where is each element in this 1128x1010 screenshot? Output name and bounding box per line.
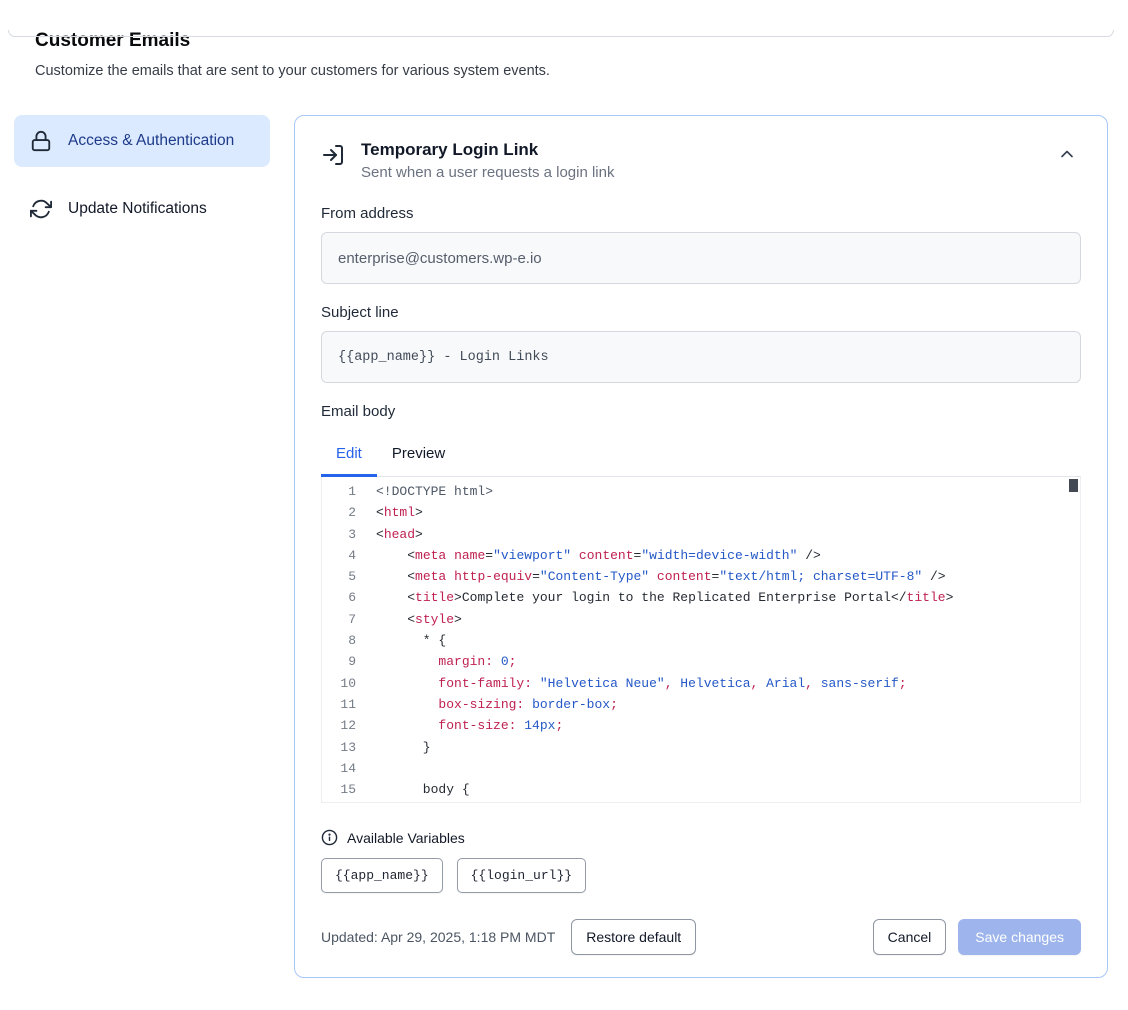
sidebar-item-access-authentication[interactable]: Access & Authentication bbox=[14, 115, 270, 167]
collapse-button[interactable] bbox=[1053, 140, 1081, 171]
editor-gutter: 12345678910111213141516 bbox=[322, 477, 370, 802]
available-variables-label: Available Variables bbox=[347, 830, 465, 846]
login-icon bbox=[321, 143, 345, 167]
email-settings-card: Temporary Login Link Sent when a user re… bbox=[294, 115, 1108, 978]
variable-chip-app-name[interactable]: {{app_name}} bbox=[321, 858, 443, 893]
card-header: Temporary Login Link Sent when a user re… bbox=[321, 140, 1081, 181]
sidebar-item-label: Access & Authentication bbox=[68, 129, 234, 153]
card-footer: Updated: Apr 29, 2025, 1:18 PM MDT Resto… bbox=[321, 919, 1081, 955]
variable-chip-login-url[interactable]: {{login_url}} bbox=[457, 858, 586, 893]
main-layout: Access & Authentication Update Notificat… bbox=[14, 115, 1108, 978]
editor-tabs: Edit Preview bbox=[321, 434, 1081, 477]
sidebar-item-label: Update Notifications bbox=[68, 197, 207, 221]
card-subtitle: Sent when a user requests a login link bbox=[361, 164, 614, 181]
email-body-label: Email body bbox=[321, 403, 1081, 420]
editor-scrollbar-thumb[interactable] bbox=[1069, 479, 1078, 492]
sidebar-item-update-notifications[interactable]: Update Notifications bbox=[14, 183, 270, 235]
refresh-icon bbox=[30, 198, 52, 220]
available-variables-row: Available Variables bbox=[321, 829, 1081, 846]
save-changes-button[interactable]: Save changes bbox=[958, 919, 1081, 955]
info-icon bbox=[321, 829, 338, 846]
card-title: Temporary Login Link bbox=[361, 140, 614, 160]
chevron-up-icon bbox=[1057, 144, 1077, 167]
page-subtitle: Customize the emails that are sent to yo… bbox=[35, 63, 1128, 79]
tab-preview[interactable]: Preview bbox=[377, 434, 460, 476]
sidebar: Access & Authentication Update Notificat… bbox=[14, 115, 270, 235]
variable-chips: {{app_name}} {{login_url}} bbox=[321, 858, 1081, 893]
editor-code[interactable]: <!DOCTYPE html><html><head> <meta name="… bbox=[370, 477, 1080, 802]
subject-line-input[interactable] bbox=[321, 331, 1081, 383]
updated-timestamp: Updated: Apr 29, 2025, 1:18 PM MDT bbox=[321, 929, 555, 945]
card-header-text: Temporary Login Link Sent when a user re… bbox=[361, 140, 614, 181]
restore-default-button[interactable]: Restore default bbox=[571, 919, 696, 955]
lock-icon bbox=[30, 130, 52, 152]
cancel-button[interactable]: Cancel bbox=[873, 919, 947, 955]
subject-line-label: Subject line bbox=[321, 304, 1081, 321]
tab-edit[interactable]: Edit bbox=[321, 434, 377, 477]
from-address-input[interactable] bbox=[321, 232, 1081, 284]
from-address-label: From address bbox=[321, 205, 1081, 222]
top-divider bbox=[8, 30, 1114, 37]
code-editor[interactable]: 12345678910111213141516 <!DOCTYPE html><… bbox=[321, 477, 1081, 803]
